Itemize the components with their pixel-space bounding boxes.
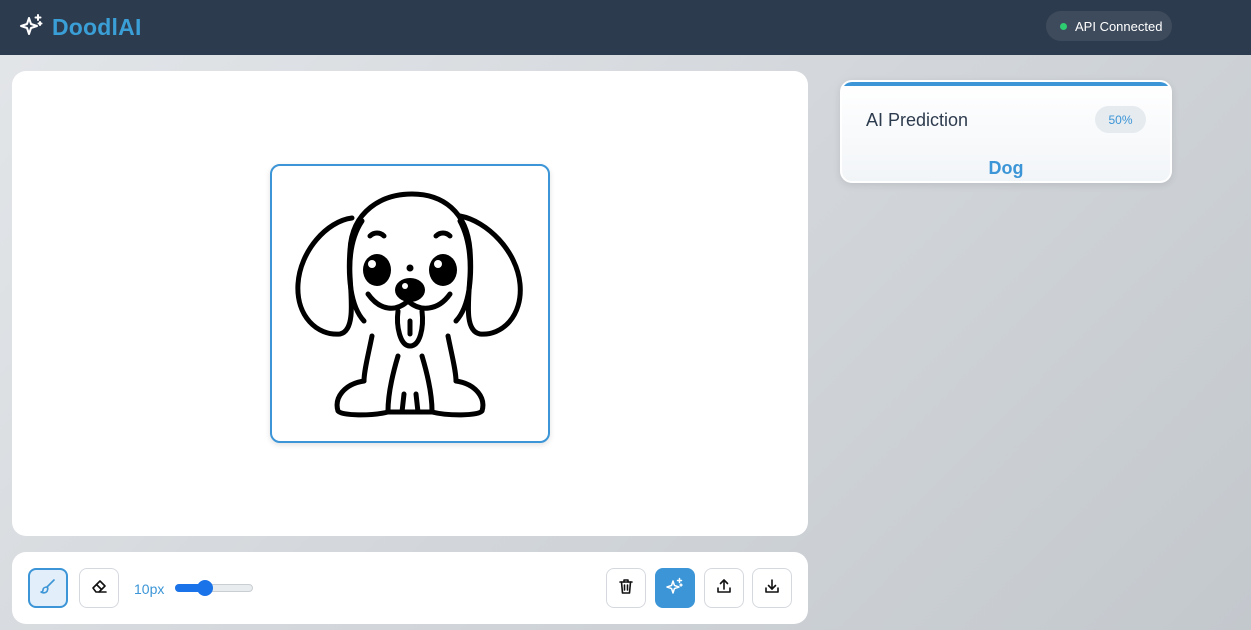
top-navbar: DoodlAI API Connected <box>0 0 1251 55</box>
brush-icon <box>39 577 57 600</box>
predict-button[interactable] <box>655 568 695 608</box>
eraser-icon <box>90 577 108 600</box>
brush-button[interactable] <box>28 568 68 608</box>
sparkles-icon <box>666 577 684 600</box>
drawing-toolbar: 10px <box>12 552 808 624</box>
brush-size-label: 10px <box>134 581 165 597</box>
prediction-card: AI Prediction 50% Dog <box>840 80 1172 183</box>
clear-button[interactable] <box>606 568 646 608</box>
prediction-title: AI Prediction <box>866 110 969 130</box>
dog-doodle <box>295 191 523 418</box>
brand[interactable]: DoodlAI <box>19 13 142 41</box>
upload-icon <box>715 577 733 600</box>
download-icon <box>763 577 781 600</box>
prediction-label: Dog <box>988 158 1024 178</box>
card-accent-bar <box>842 82 1170 86</box>
download-button[interactable] <box>752 568 792 608</box>
trash-icon <box>617 577 635 600</box>
brush-size-slider[interactable] <box>175 578 255 598</box>
drawing-canvas[interactable] <box>270 164 550 443</box>
eraser-button[interactable] <box>79 568 119 608</box>
canvas-panel <box>12 71 808 536</box>
api-status-text: API Connected <box>1075 18 1163 34</box>
slider-thumb[interactable] <box>197 580 213 596</box>
confidence-badge: 50% <box>1095 106 1146 133</box>
sparkles-icon <box>19 12 45 43</box>
upload-button[interactable] <box>704 568 744 608</box>
app-name: DoodlAI <box>52 13 142 40</box>
api-status-badge: API Connected <box>1046 11 1172 41</box>
status-dot <box>1060 22 1067 30</box>
